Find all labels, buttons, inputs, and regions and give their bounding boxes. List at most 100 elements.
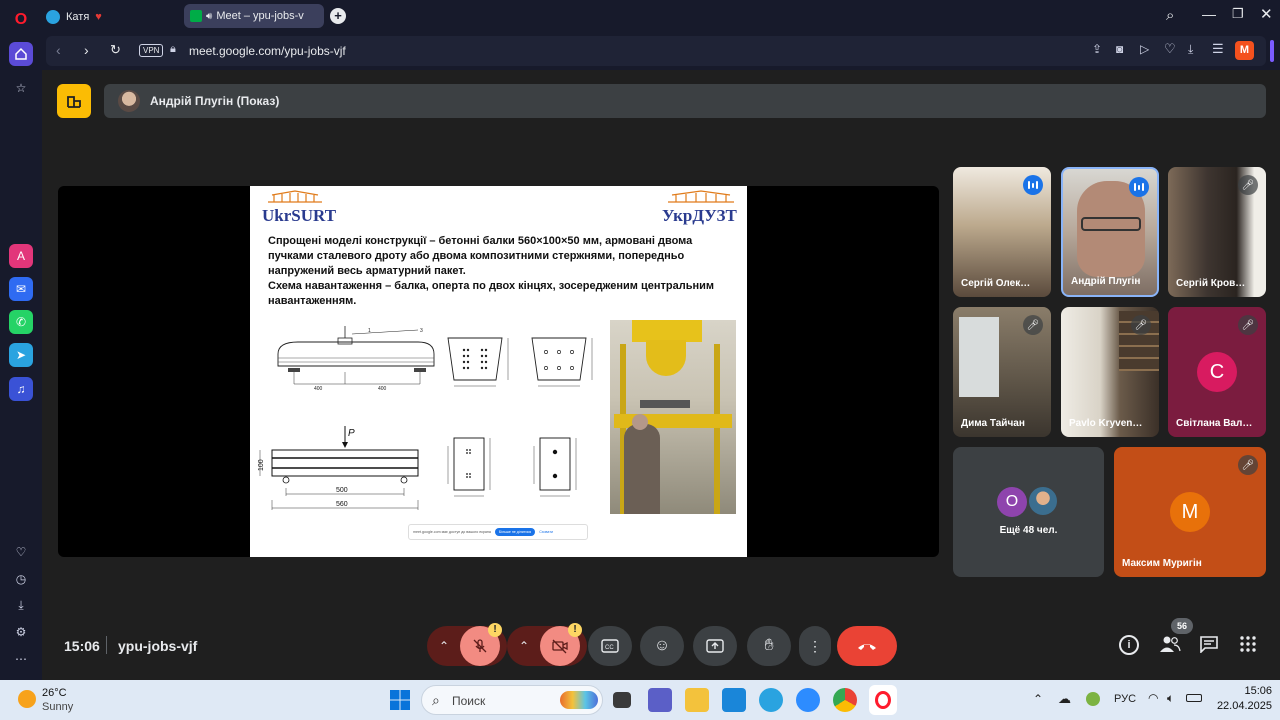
lock-icon[interactable]: 🔒︎ bbox=[170, 43, 176, 56]
participant-tile[interactable]: С 🎤︎ Світлана Вал… bbox=[1168, 307, 1266, 437]
avatar-photo bbox=[1027, 485, 1059, 517]
cross-section-trapezoid-2 bbox=[531, 337, 593, 387]
tray-app-icon[interactable] bbox=[1086, 692, 1100, 706]
raise-hand-button[interactable]: ✋︎ bbox=[747, 626, 791, 666]
reload-icon[interactable]: ↻ bbox=[110, 42, 121, 58]
opera-logo-icon[interactable]: O bbox=[9, 8, 33, 32]
participant-tile-active[interactable]: Андрій Плугін bbox=[1061, 167, 1159, 297]
leave-call-button[interactable] bbox=[837, 626, 897, 666]
end-call-icon bbox=[858, 644, 876, 650]
clock-time[interactable]: 15:06 bbox=[1228, 685, 1272, 697]
heart-icon[interactable]: ♡ bbox=[9, 540, 33, 564]
chat-button[interactable] bbox=[1199, 635, 1219, 658]
battery-icon[interactable] bbox=[1186, 694, 1202, 702]
new-tab-button[interactable]: + bbox=[330, 8, 346, 24]
present-button[interactable] bbox=[693, 626, 737, 666]
activities-button[interactable] bbox=[1240, 636, 1256, 657]
camera-warning-badge: ! bbox=[568, 623, 582, 637]
tab-label: Катя bbox=[66, 11, 90, 23]
ukrduzt-logo: УкрДУЗТ bbox=[662, 190, 740, 228]
profile-button[interactable]: M bbox=[1235, 41, 1254, 60]
language-indicator[interactable]: РУС bbox=[1114, 693, 1136, 705]
rect-section-1 bbox=[447, 437, 491, 497]
tab-meet[interactable]: 🔊︎ Meet – ypu-jobs-v bbox=[184, 4, 324, 28]
messenger-icon[interactable]: ✉ bbox=[9, 277, 33, 301]
cloud-icon[interactable]: ☁ bbox=[1058, 691, 1071, 707]
more-options-button[interactable]: ⋮ bbox=[799, 626, 831, 666]
easy-setup-icon[interactable]: ☰ bbox=[1212, 41, 1224, 57]
hide-share-button[interactable]: Сховати bbox=[539, 530, 553, 534]
reactions-button[interactable]: ☺ bbox=[640, 626, 684, 666]
start-button[interactable] bbox=[389, 689, 411, 711]
search-icon: ⌕ bbox=[432, 692, 440, 708]
tab-telegram[interactable]: Катя ♥ bbox=[46, 6, 176, 28]
layout-icon bbox=[67, 96, 81, 108]
people-icon bbox=[1160, 636, 1181, 652]
whatsapp-icon[interactable]: ✆ bbox=[9, 310, 33, 334]
mic-off-icon: 🎤︎ bbox=[1023, 315, 1043, 335]
minimize-button[interactable]: — bbox=[1202, 6, 1216, 22]
participant-name: Андрій Плугін bbox=[1071, 276, 1141, 287]
opera-o-icon bbox=[875, 691, 891, 709]
history-icon[interactable]: ◷ bbox=[9, 567, 33, 591]
fig-height-label: 100 bbox=[258, 459, 265, 471]
star-icon[interactable]: ☆ bbox=[9, 76, 33, 100]
mic-off-icon: 🎤︎ bbox=[1238, 175, 1258, 195]
music-icon[interactable]: ♫ bbox=[9, 377, 33, 401]
store-icon[interactable] bbox=[722, 688, 746, 712]
cross-section-trapezoid-1 bbox=[447, 337, 509, 387]
telegram-icon[interactable]: ➤ bbox=[9, 343, 33, 367]
zoom-icon[interactable] bbox=[796, 688, 820, 712]
hand-icon: ✋︎ bbox=[764, 637, 774, 654]
taskbar-search[interactable]: ⌕ Поиск bbox=[421, 685, 603, 715]
vpn-badge[interactable]: VPN bbox=[139, 44, 164, 57]
close-window-button[interactable]: ✕ bbox=[1260, 5, 1273, 23]
teams-icon[interactable] bbox=[648, 688, 672, 712]
share-icon[interactable]: ⇪ bbox=[1092, 42, 1102, 56]
presentation-slide: UkrSURT УкрДУЗТ Спрощені моделі конструк… bbox=[250, 186, 747, 557]
ukrduzt-text: УкрДУЗТ bbox=[662, 206, 737, 225]
favorite-icon[interactable]: ♡ bbox=[1164, 41, 1176, 57]
captions-icon: CC bbox=[601, 639, 619, 653]
telegram-app-icon[interactable] bbox=[759, 688, 783, 712]
participant-tile[interactable]: Сергій Олек… bbox=[953, 167, 1051, 297]
beam-elevation-drawing: 1 3 400 400 bbox=[277, 326, 435, 392]
participant-tile[interactable]: 🎤︎ Сергій Кров… bbox=[1168, 167, 1266, 297]
settings-icon[interactable]: ⚙ bbox=[9, 620, 33, 644]
downloads-icon[interactable]: ⤓ bbox=[1188, 42, 1193, 57]
participant-tile[interactable]: M 🎤︎ Максим Муригін bbox=[1114, 447, 1266, 577]
back-icon[interactable]: ‹ bbox=[56, 42, 61, 58]
chrome-icon[interactable] bbox=[833, 688, 857, 712]
url-field[interactable]: meet.google.com/ypu-jobs-vjf bbox=[189, 44, 346, 58]
address-bar-row: ‹ › ↻ VPN 🔒︎ meet.google.com/ypu-jobs-vj… bbox=[42, 34, 1280, 70]
participant-tile[interactable]: 🎤︎ Дима Тайчан bbox=[953, 307, 1051, 437]
aria-icon[interactable]: A bbox=[9, 244, 33, 268]
download-icon[interactable]: ⤓ bbox=[9, 593, 33, 617]
home-icon[interactable] bbox=[9, 42, 33, 66]
info-button[interactable]: i bbox=[1119, 635, 1139, 655]
fig-dim-b: 400 bbox=[378, 386, 387, 392]
play-icon[interactable]: ▷ bbox=[1140, 42, 1149, 56]
weather-widget[interactable]: 26°C Sunny bbox=[12, 686, 102, 714]
search-tabs-icon[interactable]: ⌕ bbox=[1166, 7, 1174, 24]
captions-button[interactable]: CC bbox=[588, 626, 632, 666]
mic-off-icon: 🎤︎ bbox=[1131, 315, 1151, 335]
tray-chevron-icon[interactable]: ⌃ bbox=[1033, 692, 1043, 706]
opera-app-icon[interactable] bbox=[869, 685, 897, 715]
pip-button[interactable] bbox=[57, 84, 91, 118]
task-view-icon[interactable] bbox=[613, 692, 631, 708]
stop-sharing-button[interactable]: Більше не ділитися bbox=[494, 528, 536, 536]
people-button[interactable] bbox=[1159, 634, 1181, 656]
camera-icon[interactable]: ◙ bbox=[1116, 42, 1123, 56]
forward-icon[interactable]: › bbox=[84, 42, 89, 58]
participant-tile[interactable]: 🎤︎ Pavlo Kryven… bbox=[1061, 307, 1159, 437]
maximize-button[interactable]: ❐ bbox=[1232, 6, 1244, 22]
volume-icon[interactable]: 🔈︎ bbox=[1167, 691, 1174, 706]
more-participants-tile[interactable]: O Ещё 48 чел. bbox=[953, 447, 1104, 577]
slide-paragraph-2: Схема навантаження – балка, оперта по дв… bbox=[268, 280, 715, 307]
more-icon[interactable]: ⋯ bbox=[9, 647, 33, 671]
clock-date[interactable]: 22.04.2025 bbox=[1212, 700, 1272, 712]
chevron-up-icon: ⌃ bbox=[519, 639, 530, 653]
file-explorer-icon[interactable] bbox=[685, 688, 709, 712]
wifi-icon[interactable]: ◠ bbox=[1148, 691, 1158, 705]
